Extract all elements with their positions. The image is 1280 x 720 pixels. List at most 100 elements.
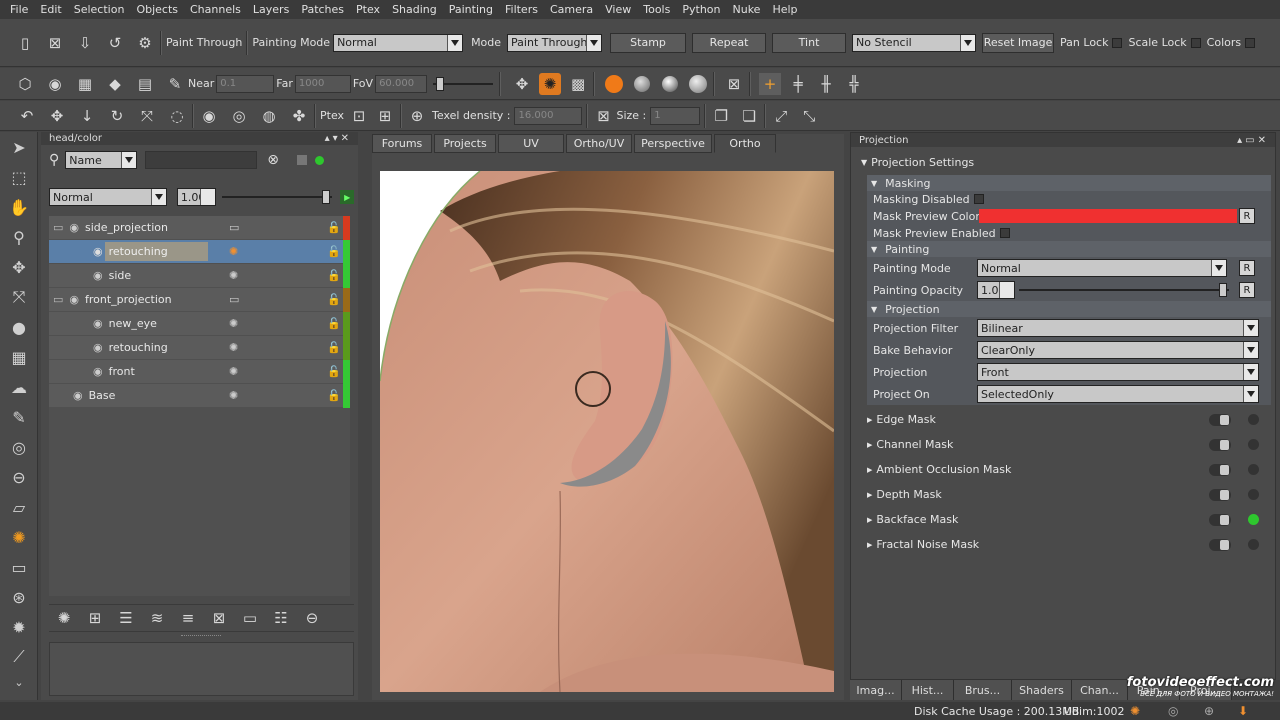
flag-icon[interactable]: ▤ — [134, 73, 156, 95]
projection-settings-heading[interactable]: ▼ Projection Settings — [861, 151, 1265, 173]
matte-sphere-icon[interactable] — [631, 73, 653, 95]
near-input[interactable]: 0.1 — [216, 74, 275, 93]
clone-icon[interactable]: ⊛ — [0, 582, 38, 612]
menu-painting[interactable]: Painting — [443, 3, 499, 16]
edge-mask-toggle[interactable] — [1209, 414, 1231, 426]
node-icon[interactable]: ⚙ — [134, 32, 156, 54]
menu-filters[interactable]: Filters — [499, 3, 544, 16]
shape-icon[interactable]: ◆ — [104, 73, 126, 95]
lock-icon[interactable]: 🔓 — [327, 293, 341, 306]
add-list-icon[interactable]: ≡ — [177, 607, 199, 629]
globe-icon[interactable]: ⊕ — [406, 105, 428, 127]
resize-handle[interactable] — [181, 635, 221, 638]
opacity-slider[interactable] — [222, 190, 333, 204]
paint-mode-icon[interactable]: ✺ — [539, 72, 562, 95]
chevron-down-icon[interactable]: ⌄ — [0, 672, 38, 692]
lock-icon[interactable]: 🔓 — [327, 221, 341, 234]
list-icon[interactable]: ☷ — [270, 607, 292, 629]
filter-select[interactable]: Name — [65, 151, 138, 169]
tab-ortho-uv[interactable]: Ortho/UV — [566, 134, 632, 153]
drop-icon[interactable]: ● — [0, 312, 38, 342]
menu-shading[interactable]: Shading — [386, 3, 443, 16]
stamp-button[interactable]: Stamp — [610, 32, 687, 53]
lock-icon[interactable]: 🔓 — [327, 365, 341, 378]
tint-button[interactable]: Tint — [772, 32, 847, 53]
hand-icon[interactable]: ✋ — [0, 192, 38, 222]
axis-lines-icon[interactable]: ╫ — [815, 73, 837, 95]
layer-row-front[interactable]: ◉ front ✺ 🔓 — [49, 360, 350, 384]
colors-checkbox[interactable] — [1245, 37, 1256, 48]
gradient-icon[interactable]: ▭ — [0, 552, 38, 582]
slider-handle[interactable] — [322, 190, 331, 204]
checker-icon[interactable]: ▦ — [74, 73, 96, 95]
tab-projects[interactable]: Projects — [434, 134, 496, 153]
pan-lock-checkbox[interactable] — [1112, 37, 1123, 48]
frame-icon[interactable]: ⊠ — [723, 73, 745, 95]
dodge-icon[interactable]: ◎ — [0, 432, 38, 462]
ptex-edit-icon[interactable]: ⊡ — [348, 105, 370, 127]
clear-filter-icon[interactable]: ⊗ — [267, 152, 279, 168]
paint-tool-icon[interactable]: ✺ — [0, 522, 38, 552]
layer-row-side-projection[interactable]: ▭ ◉ side_projection ▭ 🔓 — [49, 216, 350, 240]
opacity-input[interactable]: 1.000 — [176, 188, 217, 206]
transform-icon[interactable]: ↺ — [104, 32, 126, 54]
unpin-icon[interactable]: ⤡ — [798, 105, 820, 127]
menu-channels[interactable]: Channels — [184, 3, 247, 16]
size-icon[interactable]: ⊠ — [592, 105, 614, 127]
reset-button[interactable]: R — [1239, 260, 1255, 276]
down-arrow-icon[interactable]: ↓ — [76, 105, 98, 127]
add-procedural-icon[interactable]: ≋ — [146, 607, 168, 629]
tab-ortho[interactable]: Ortho — [714, 134, 776, 153]
masking-section-header[interactable]: ▼ Masking — [867, 175, 1271, 191]
plus-icon[interactable]: + — [759, 72, 782, 95]
menu-tools[interactable]: Tools — [637, 3, 676, 16]
eye-icon[interactable]: ◉ — [93, 341, 103, 354]
menu-view[interactable]: View — [599, 3, 637, 16]
layer-row-front-projection[interactable]: ▭ ◉ front_projection ▭ 🔓 — [49, 288, 350, 312]
add-paint-layer-icon[interactable]: ✺ — [53, 607, 75, 629]
brush-icon[interactable]: ✎ — [164, 73, 186, 95]
rotate-icon[interactable]: ↻ — [106, 105, 128, 127]
undo-icon[interactable]: ↶ — [16, 105, 38, 127]
scale-lock-checkbox[interactable] — [1190, 37, 1201, 48]
eye-icon[interactable]: ◉ — [69, 293, 79, 306]
settings-gear-icon[interactable]: ✹ — [0, 612, 38, 642]
reset-button[interactable]: R — [1239, 282, 1255, 298]
eye-icon[interactable]: ◉ — [44, 73, 66, 95]
eye-icon[interactable]: ◉ — [73, 389, 83, 402]
move-tool-icon[interactable]: ✥ — [0, 252, 38, 282]
lit-sphere-icon[interactable] — [687, 73, 709, 95]
menu-objects[interactable]: Objects — [130, 3, 184, 16]
layer-row-retouching-selected[interactable]: ◉ retouching ✺ 🔓 — [49, 240, 350, 264]
paint-through-label[interactable]: Paint Through — [166, 36, 242, 49]
marquee-icon[interactable]: ⬚ — [0, 162, 38, 192]
zoom-icon[interactable]: ⚲ — [0, 222, 38, 252]
tab-shaders[interactable]: Shaders — [1012, 680, 1072, 700]
pin-icon[interactable]: ⤢ — [770, 105, 792, 127]
depth-mask-toggle[interactable] — [1209, 489, 1231, 501]
lock-icon[interactable]: 🔓 — [327, 341, 341, 354]
transform-tool-icon[interactable]: ⤧ — [0, 282, 38, 312]
depth-mask-row[interactable]: ▶ Depth Mask — [867, 482, 1271, 507]
edge-mask-row[interactable]: ▶ Edge Mask — [867, 407, 1271, 432]
select-arrow-icon[interactable]: ➤ — [0, 132, 38, 162]
search-icon[interactable]: ⚲ — [49, 152, 59, 168]
tab-uv[interactable]: UV — [498, 134, 564, 153]
menu-selection[interactable]: Selection — [68, 3, 131, 16]
add-channel-icon[interactable]: ⊠ — [208, 607, 230, 629]
pin-tool-icon[interactable]: ✎ — [0, 402, 38, 432]
clear-icon[interactable]: ⊠ — [44, 32, 66, 54]
head-render[interactable] — [380, 171, 834, 692]
status-layers-icon[interactable]: ⊕ — [1204, 704, 1214, 718]
tab-brushes[interactable]: Brus... — [954, 680, 1012, 700]
eye-icon[interactable]: ◉ — [69, 221, 79, 234]
new-file-icon[interactable]: ▯ — [14, 32, 36, 54]
axis-grid-icon[interactable]: ╬ — [843, 73, 865, 95]
eye-icon[interactable]: ◉ — [93, 269, 103, 282]
tab-history[interactable]: Hist... — [902, 680, 954, 700]
glossy-sphere-icon[interactable] — [659, 73, 681, 95]
bake-behavior-select[interactable]: ClearOnly — [977, 341, 1259, 359]
import-icon[interactable]: ⇩ — [74, 32, 96, 54]
ambient-occlusion-mask-row[interactable]: ▶ Ambient Occlusion Mask — [867, 457, 1271, 482]
layer-row-base[interactable]: ◉ Base ✺ 🔓 — [49, 384, 350, 408]
